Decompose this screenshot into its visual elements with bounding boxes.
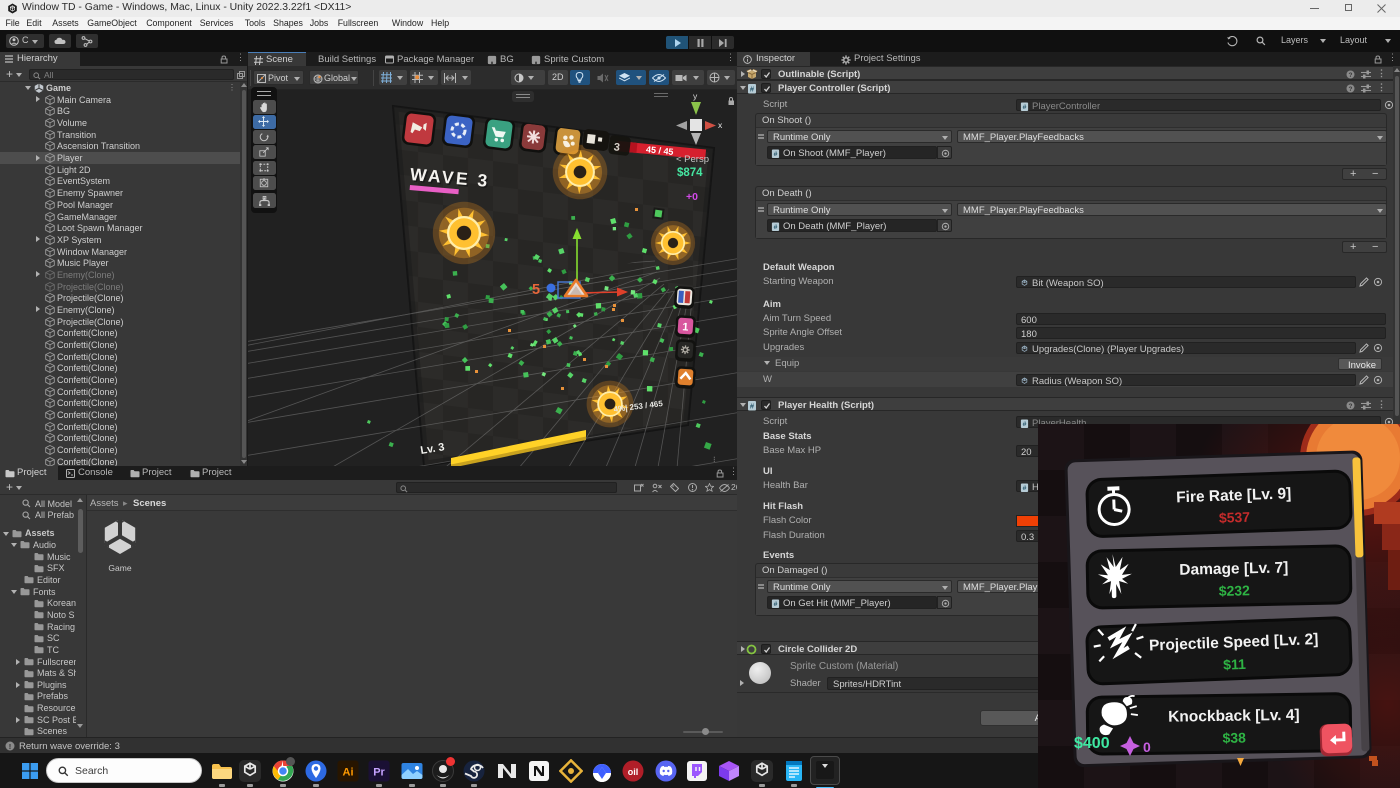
svg-text:Ai: Ai <box>343 767 354 779</box>
svg-text:5: 5 <box>532 282 540 298</box>
svg-text:$874: $874 <box>677 167 703 179</box>
svg-text:1: 1 <box>682 321 689 333</box>
svg-text:?: ? <box>1349 86 1353 93</box>
svg-text:Damage [Lv. 7]: Damage [Lv. 7] <box>1179 559 1288 578</box>
svg-text:?: ? <box>1349 72 1353 79</box>
svg-text:$38: $38 <box>1222 730 1246 746</box>
svg-text:⁝: ⁝ <box>713 455 716 464</box>
svg-text:< Persp: < Persp <box>676 154 709 165</box>
svg-text:?: ? <box>1349 403 1353 410</box>
svg-text:0: 0 <box>1143 739 1151 755</box>
svg-text:Knockback [Lv. 4]: Knockback [Lv. 4] <box>1168 707 1300 726</box>
svg-text:$232: $232 <box>1219 582 1251 599</box>
svg-text:Pr: Pr <box>373 767 385 779</box>
svg-text:!: ! <box>9 742 12 751</box>
svg-text:$11: $11 <box>1223 656 1246 673</box>
svg-text:$400: $400 <box>1074 735 1110 752</box>
svg-text:oil: oil <box>628 767 639 777</box>
svg-text:+0: +0 <box>686 191 698 203</box>
svg-text:$537: $537 <box>1219 509 1251 526</box>
